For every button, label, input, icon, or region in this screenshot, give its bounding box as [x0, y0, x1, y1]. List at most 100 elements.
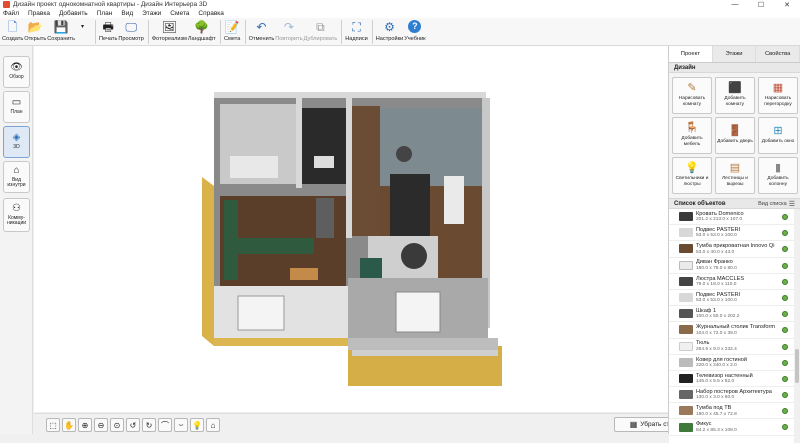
- visibility-eye-icon[interactable]: [782, 327, 788, 334]
- visibility-eye-icon[interactable]: [782, 359, 788, 366]
- overview-button[interactable]: 👁 Обзор: [3, 56, 30, 88]
- visibility-eye-icon[interactable]: [782, 408, 788, 415]
- tab-project[interactable]: Проект: [669, 46, 713, 62]
- landscape-button[interactable]: 🌳 Ландшафт: [188, 18, 216, 43]
- add-window-button[interactable]: ⊞ Добавить окно: [758, 117, 798, 154]
- view-list-toggle[interactable]: Вид списка ☰: [758, 200, 795, 208]
- hand-pan-icon[interactable]: ✋: [62, 418, 76, 432]
- minimize-button[interactable]: —: [722, 0, 748, 9]
- tilt-up-icon[interactable]: ⌒: [158, 418, 172, 432]
- list-item[interactable]: Тумба под ТВ 180.0 x 45.7 x 72.8: [669, 403, 800, 420]
- visibility-eye-icon[interactable]: [782, 262, 788, 269]
- wall-divider: [296, 98, 302, 188]
- menu-add[interactable]: Добавить: [59, 10, 88, 17]
- menu-floors[interactable]: Этажи: [142, 10, 161, 17]
- rotate-right-icon[interactable]: ↻: [142, 418, 156, 432]
- save-dropdown[interactable]: ▾: [74, 18, 91, 34]
- zoom-in-icon[interactable]: ⊕: [78, 418, 92, 432]
- 3d-viewport[interactable]: [34, 46, 668, 412]
- visibility-eye-icon[interactable]: [782, 343, 788, 350]
- objects-title: Список объектов: [674, 200, 726, 207]
- walkthrough-button[interactable]: ⌂ Вид изнутри: [3, 161, 30, 193]
- visibility-eye-icon[interactable]: [782, 294, 788, 301]
- visibility-eye-icon[interactable]: [782, 246, 788, 253]
- list-item[interactable]: Подвес PASTERI 53.0 x 53.0 x 100.0: [669, 225, 800, 242]
- maximize-button[interactable]: ☐: [748, 0, 774, 9]
- visibility-eye-icon[interactable]: [782, 214, 788, 220]
- add-furniture-button[interactable]: 🪑 Добавить мебель: [672, 117, 712, 154]
- draw-room-button[interactable]: ✎ Нарисовать комнату: [672, 77, 712, 114]
- walls-icon: ▦: [629, 420, 638, 429]
- plan-button[interactable]: ▭ План: [3, 91, 30, 123]
- undo-button[interactable]: ↶ Отменить: [249, 18, 275, 43]
- zoom-fit-icon[interactable]: ⊙: [110, 418, 124, 432]
- visibility-eye-icon[interactable]: [782, 392, 788, 399]
- open-button[interactable]: 📂 Открыть: [24, 18, 46, 43]
- visibility-eye-icon[interactable]: [782, 230, 788, 237]
- view-3d-button[interactable]: ◈ 3D: [3, 126, 30, 158]
- list-item[interactable]: Журнальный столик Transform 104.0 x 72.0 …: [669, 322, 800, 339]
- add-column-button[interactable]: ▮ Добавить колонну: [758, 157, 798, 194]
- tab-floors[interactable]: Этажи: [712, 46, 757, 62]
- list-item[interactable]: Тюль 264.9 x 9.0 x 232.4: [669, 339, 800, 355]
- create-button[interactable]: 🗋 Создать: [2, 18, 23, 43]
- list-item[interactable]: Тумба прикроватная Innovo Qi 53.0 x 40.0 …: [669, 241, 800, 258]
- menu-edit[interactable]: Правка: [28, 10, 50, 17]
- zoom-out-icon[interactable]: ⊖: [94, 418, 108, 432]
- close-button[interactable]: ✕: [774, 0, 800, 9]
- window-icon: ⊞: [773, 125, 783, 138]
- list-item[interactable]: Диван Франко 180.0 x 78.0 x 80.0: [669, 258, 800, 274]
- light-bulb-icon[interactable]: 💡: [190, 418, 204, 432]
- menu-view[interactable]: Вид: [121, 10, 133, 17]
- add-door-button[interactable]: 🚪 Добавить дверь: [715, 117, 755, 154]
- labels-button[interactable]: ⛶ Надписи: [345, 18, 368, 43]
- tab-properties[interactable]: Свойства: [756, 46, 800, 62]
- new-file-icon: 🗋: [7, 19, 18, 34]
- add-room-button[interactable]: ⬛ Добавить комнату: [715, 77, 755, 114]
- tutorial-button[interactable]: ? Учебник: [404, 18, 426, 42]
- redo-button[interactable]: ↷ Повторить: [275, 18, 302, 43]
- list-item[interactable]: Ковер для гостиной 220.0 x 240.0 x 2.0: [669, 355, 800, 371]
- list-item[interactable]: Кровать Domenico 201.2 x 213.0 x 107.0: [669, 209, 800, 226]
- visibility-eye-icon[interactable]: [782, 375, 788, 382]
- list-item[interactable]: Люстра MACCLES 79.0 x 18.0 x 110.0: [669, 274, 800, 290]
- toolbar-divider: [95, 20, 97, 44]
- list-item[interactable]: Подвес PASTERI 53.0 x 53.0 x 100.0: [669, 290, 800, 307]
- photorealism-button[interactable]: 🖼 Фотореализм: [152, 18, 187, 43]
- monitor-icon: 🖵: [125, 19, 137, 34]
- menu-estimate[interactable]: Смета: [170, 10, 189, 17]
- select-tool-icon[interactable]: ⬚: [46, 418, 60, 432]
- app-icon: [3, 1, 10, 8]
- kitchen-door: [316, 198, 334, 238]
- column-icon: ▮: [774, 162, 782, 175]
- visibility-eye-icon[interactable]: [782, 278, 788, 285]
- add-lights-button[interactable]: 💡 Светильники и люстры: [672, 157, 712, 194]
- visibility-eye-icon[interactable]: [782, 311, 788, 318]
- bathtub: [230, 156, 278, 178]
- estimate-button[interactable]: 📝 Смета: [224, 18, 241, 43]
- print-button[interactable]: 🖶 Печать: [99, 18, 117, 43]
- duplicate-button[interactable]: ⧉ Дублировать: [304, 18, 338, 43]
- list-item[interactable]: Шкаф 1 100.0 x 50.0 x 202.2: [669, 306, 800, 323]
- gear-icon: ⚙: [384, 19, 395, 34]
- scrollbar-thumb[interactable]: [795, 349, 799, 383]
- list-item[interactable]: Фикус 84.2 x 85.3 x 108.0: [669, 419, 800, 436]
- list-item[interactable]: Телевизор настенный 145.0 x 5.5 x 82.0: [669, 371, 800, 388]
- menu-help[interactable]: Справка: [198, 10, 224, 17]
- title-bar: Дизайн проект однокомнатной квартиры - Д…: [0, 0, 800, 9]
- tilt-down-icon[interactable]: ⌣: [174, 418, 188, 432]
- communications-button[interactable]: ⚇ Комму- никации: [3, 198, 30, 232]
- home-icon[interactable]: ⌂: [206, 418, 220, 432]
- objects-scrollbar[interactable]: [794, 209, 800, 443]
- visibility-eye-icon[interactable]: [782, 424, 788, 431]
- settings-button[interactable]: ⚙ Настройки: [376, 18, 403, 43]
- menu-plan[interactable]: План: [97, 10, 113, 17]
- rotate-left-icon[interactable]: ↺: [126, 418, 140, 432]
- list-item[interactable]: Набор постеров Архитектура 130.0 x 3.0 x …: [669, 387, 800, 404]
- add-stairs-button[interactable]: ▤ Лестницы и вырезы: [715, 157, 755, 194]
- list-view-icon: ☰: [788, 200, 795, 208]
- draw-partition-button[interactable]: ▦ Нарисовать перегородку: [758, 77, 798, 114]
- menu-file[interactable]: Файл: [3, 10, 19, 17]
- preview-button[interactable]: 🖵 Просмотр: [118, 18, 144, 43]
- save-button[interactable]: 💾 Сохранить: [47, 18, 75, 43]
